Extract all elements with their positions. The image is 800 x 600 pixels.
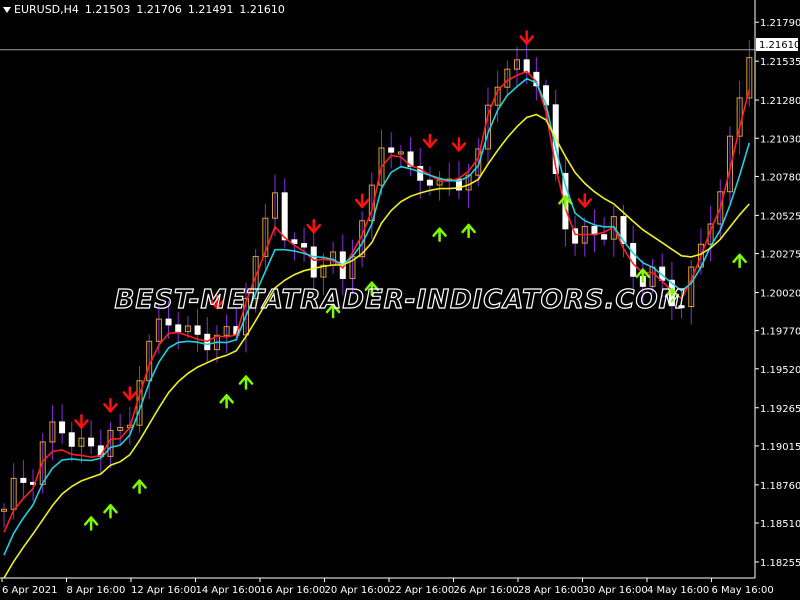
- buy-arrow-icon: [103, 503, 118, 519]
- price-tick-label: 1.20020: [760, 288, 800, 299]
- bear-candle: [194, 325, 201, 335]
- sell-arrow-icon: [122, 386, 138, 401]
- price-axis-panel: [755, 0, 800, 600]
- time-tick-label: 22 Apr 16:00: [389, 585, 454, 596]
- price-tick-label: 1.21280: [760, 96, 800, 107]
- price-tick-label: 1.20275: [760, 250, 800, 261]
- bear-candle: [175, 324, 182, 333]
- bear-candle: [68, 432, 75, 447]
- price-tick-label: 1.21535: [760, 57, 800, 68]
- candles-layer: [1, 40, 753, 528]
- sell-arrow-icon: [451, 137, 467, 152]
- bear-candle: [523, 59, 530, 73]
- price-tick-label: 1.18510: [760, 519, 800, 530]
- price-tick-label: 1.19520: [760, 365, 800, 376]
- buy-arrow-icon: [635, 268, 651, 283]
- buy-arrow-icon: [461, 223, 476, 239]
- bear-candle: [165, 318, 172, 326]
- buy-arrow-icon: [83, 516, 99, 531]
- bear-candle: [20, 477, 27, 483]
- price-tick-label: 1.20525: [760, 211, 800, 222]
- bear-candle: [426, 179, 433, 186]
- moving-averages-layer: [3, 70, 751, 579]
- bear-candle: [388, 147, 395, 153]
- buy-arrow-icon: [432, 227, 447, 242]
- buy-arrow-icon: [732, 253, 747, 269]
- bear-candle: [88, 437, 95, 447]
- moving-average-line-3: [3, 113, 750, 579]
- close-price: 1.21610: [239, 3, 285, 16]
- sell-arrow-icon: [354, 193, 370, 209]
- bear-candle: [310, 246, 317, 278]
- time-tick-label: 26 Apr 16:00: [454, 585, 519, 596]
- buy-arrow-icon: [219, 394, 234, 409]
- time-tick-label: 20 Apr 16:00: [325, 585, 390, 596]
- watermark-text: BEST-METATRADER-INDICATORS.COM: [115, 285, 686, 315]
- bear-candle: [601, 234, 608, 240]
- time-tick-label: 8 Apr 16:00: [67, 585, 126, 596]
- symbol-header: EURUSD,H4 1.21503 1.21706 1.21491 1.21610: [3, 3, 291, 16]
- price-tick-label: 1.19770: [760, 327, 800, 338]
- price-tick-label: 1.19015: [760, 442, 800, 453]
- time-tick-label: 14 Apr 16:00: [196, 585, 261, 596]
- time-tick-label: 30 Apr 16:00: [583, 585, 648, 596]
- time-tick-label: 6 Apr 2021: [2, 585, 57, 596]
- moving-average-line-2: [3, 77, 751, 556]
- price-axis: 1.21790 1.21535 1.21280 1.21030 1.20780 1.205…: [755, 18, 800, 569]
- sell-arrow-icon: [74, 414, 89, 429]
- price-tick-label: 1.19265: [760, 404, 800, 415]
- bear-candle: [301, 243, 308, 248]
- sell-arrow-icon: [577, 193, 593, 208]
- bear-candle: [59, 421, 66, 434]
- current-price-tag: 1.21610: [756, 38, 800, 51]
- time-tick-label: 16 Apr 16:00: [260, 585, 325, 596]
- open-price: 1.21503: [84, 3, 131, 16]
- bear-candle: [281, 192, 288, 241]
- time-tick-label: 4 May 16:00: [647, 585, 709, 596]
- time-tick-label: 12 Apr 16:00: [131, 585, 196, 596]
- buy-arrow-icon: [238, 375, 254, 390]
- buy-arrow-icon: [132, 479, 147, 494]
- sell-arrow-icon: [103, 398, 118, 413]
- time-tick-label: 28 Apr 16:00: [518, 585, 583, 596]
- low-price: 1.21491: [187, 3, 234, 16]
- current-price-label: 1.21610: [759, 40, 800, 51]
- price-tick-label: 1.21030: [760, 134, 800, 145]
- sell-arrow-icon: [422, 133, 438, 149]
- chart-window[interactable]: 1.21790 1.21535 1.21280 1.21030 1.20780 1.205…: [0, 0, 800, 600]
- price-tick-label: 1.18255: [760, 558, 800, 569]
- price-chart[interactable]: 1.21790 1.21535 1.21280 1.21030 1.20780 1.205…: [0, 0, 800, 600]
- high-price: 1.21706: [136, 3, 182, 16]
- price-tick-label: 1.18760: [760, 481, 800, 492]
- price-tick-label: 1.20780: [760, 172, 800, 183]
- sell-arrow-icon: [519, 30, 534, 45]
- symbol-label: EURUSD,H4: [14, 3, 79, 16]
- sell-arrow-icon: [306, 218, 321, 234]
- time-tick-label: 6 May 16:00: [712, 585, 774, 596]
- caret-down-icon: [3, 7, 11, 13]
- price-tick-label: 1.21790: [760, 18, 800, 29]
